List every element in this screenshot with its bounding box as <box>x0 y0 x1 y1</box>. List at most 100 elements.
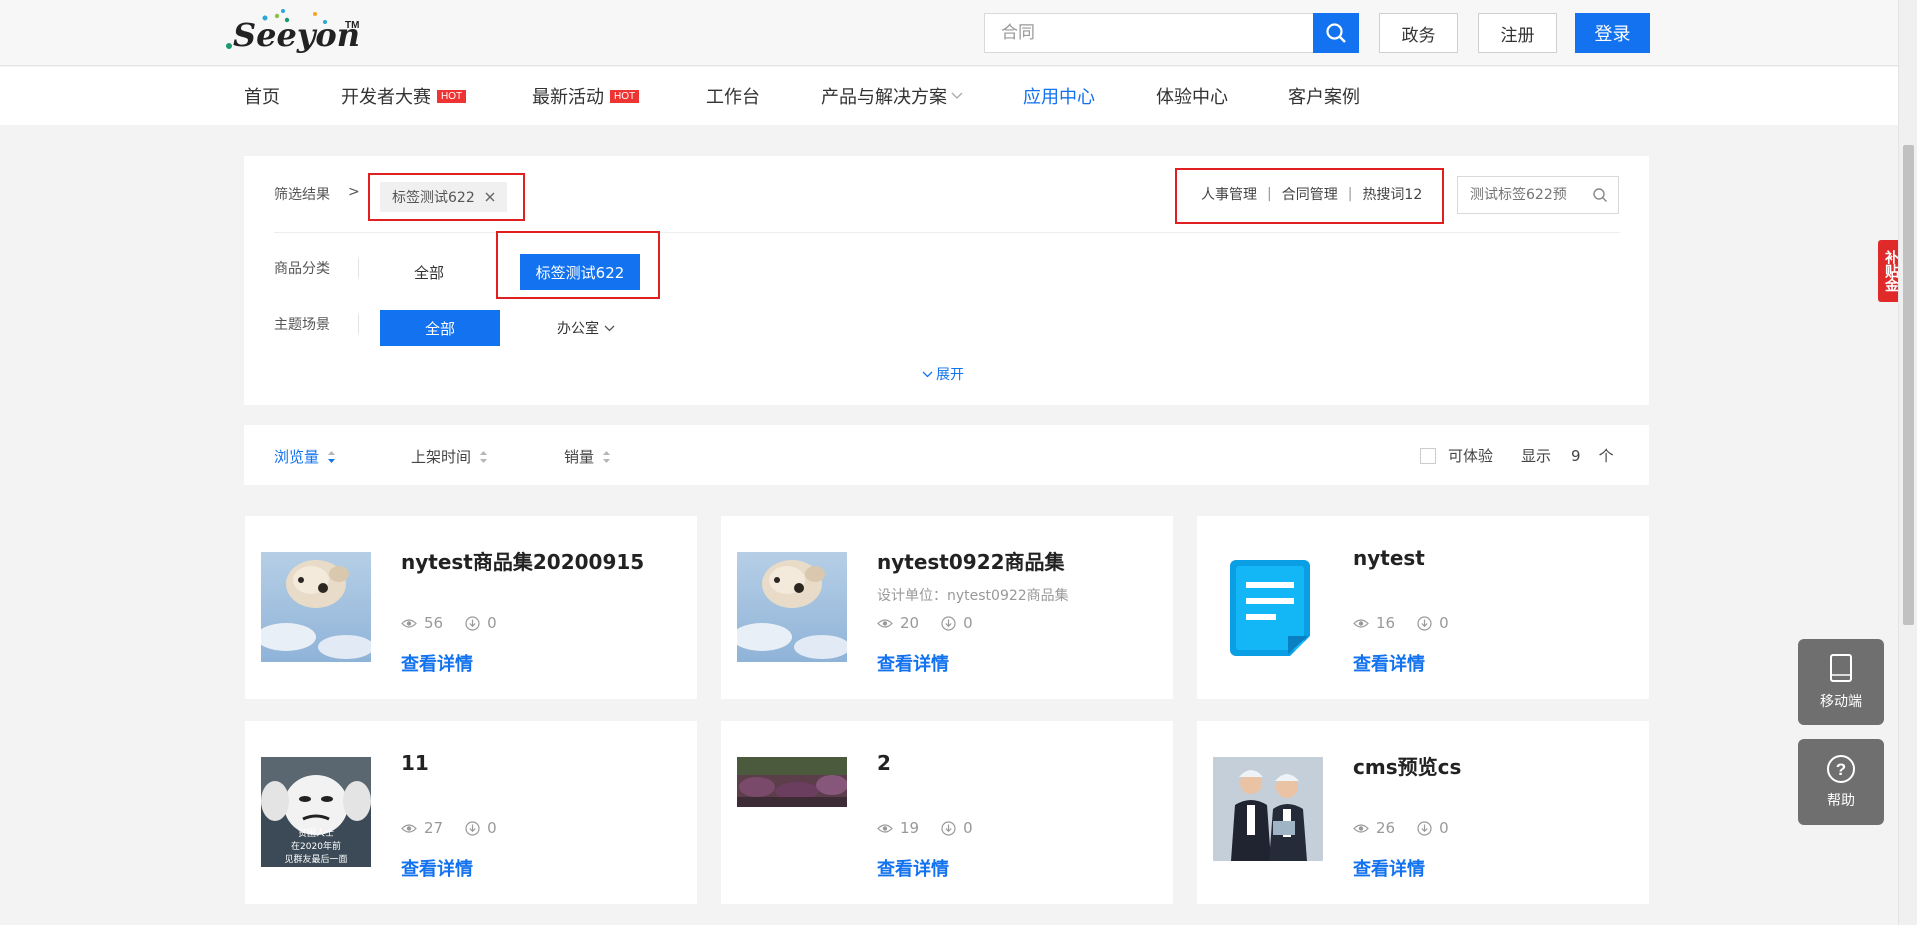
download-count-value: 0 <box>963 614 973 632</box>
global-search-input[interactable] <box>985 14 1313 52</box>
nav-workbench[interactable]: 工作台 <box>706 67 760 125</box>
download-icon <box>941 820 956 836</box>
view-details-link[interactable]: 查看详情 <box>1353 650 1425 676</box>
expand-toggle[interactable]: 展开 <box>922 364 964 384</box>
eye-icon <box>877 823 893 833</box>
sort-sales[interactable]: 销量 <box>564 446 611 467</box>
nav-experience-center[interactable]: 体验中心 <box>1156 67 1228 125</box>
meme-line: 贫困人士 <box>297 829 334 839</box>
divider: | <box>1347 186 1353 202</box>
filter-search-box[interactable] <box>1457 176 1619 214</box>
login-button[interactable]: 登录 <box>1575 13 1650 53</box>
eye-icon <box>1353 823 1369 833</box>
help-button[interactable]: ? 帮助 <box>1798 739 1884 825</box>
product-title[interactable]: cms预览cs <box>1353 751 1461 780</box>
scene-office-dropdown[interactable]: 办公室 <box>538 310 634 346</box>
product-stats: 26 0 <box>1353 819 1471 837</box>
gov-button[interactable]: 政务 <box>1379 13 1458 53</box>
filter-result-label: 筛选结果 <box>274 187 330 203</box>
nav-app-center[interactable]: 应用中心 <box>1023 67 1095 125</box>
download-count: 0 <box>1417 614 1449 632</box>
display-unit: 个 <box>1598 447 1614 465</box>
nav-workbench-label: 工作台 <box>706 87 760 108</box>
nav-latest-activity[interactable]: 最新活动 HOT <box>532 67 640 125</box>
scene-all[interactable]: 全部 <box>380 310 500 346</box>
eye-icon <box>401 823 417 833</box>
eye-icon <box>877 618 893 628</box>
download-icon <box>1417 615 1432 631</box>
hot-badge: HOT <box>610 89 640 103</box>
close-icon[interactable] <box>485 192 495 202</box>
view-count-value: 26 <box>1376 819 1396 837</box>
category-label: 商品分类 <box>274 261 330 277</box>
register-button[interactable]: 注册 <box>1478 13 1557 53</box>
category-all[interactable]: 全部 <box>380 254 478 290</box>
mobile-button[interactable]: 移动端 <box>1798 639 1884 725</box>
top-header: Seeyon TM 政务 注册 登录 <box>0 0 1898 66</box>
nav-latest-activity-label: 最新活动 <box>532 87 604 108</box>
product-card[interactable]: nytest 16 0 查看详情 <box>1197 516 1649 699</box>
nav-products-label: 产品与解决方案 <box>821 87 947 108</box>
divider: | <box>1267 186 1272 202</box>
sort-views-label: 浏览量 <box>274 448 320 466</box>
product-title[interactable]: 2 <box>877 751 891 775</box>
search-icon <box>1326 23 1346 43</box>
hot-words: 人事管理 | 合同管理 | 热搜词12 <box>1201 184 1422 204</box>
product-thumbnail: 贫困人士 在2020年前 见群友最后一面 <box>261 757 371 867</box>
nav-dev-contest-label: 开发者大赛 <box>341 87 431 108</box>
search-icon[interactable] <box>1592 187 1608 203</box>
download-count-value: 0 <box>963 819 973 837</box>
view-count: 56 <box>401 614 443 632</box>
view-details-link[interactable]: 查看详情 <box>401 650 473 676</box>
hot-badge: HOT <box>437 89 467 103</box>
active-filter-tag[interactable]: 标签测试622 <box>380 182 507 212</box>
view-count-value: 27 <box>424 819 444 837</box>
scene-office-label: 办公室 <box>557 321 599 337</box>
product-stats: 20 0 <box>877 614 995 632</box>
global-search-box[interactable] <box>984 13 1314 53</box>
filter-search-input[interactable] <box>1458 177 1586 213</box>
nav-dev-contest[interactable]: 开发者大赛 HOT <box>341 67 467 125</box>
product-card[interactable]: 贫困人士 在2020年前 见群友最后一面 11 27 0 查看详情 <box>245 721 697 904</box>
sort-views[interactable]: 浏览量 <box>274 446 336 467</box>
seeyon-logo[interactable]: Seeyon TM <box>225 8 375 54</box>
download-count-value: 0 <box>487 614 497 632</box>
svg-text:TM: TM <box>345 20 359 31</box>
hot-word-contract[interactable]: 合同管理 <box>1282 184 1338 204</box>
view-details-link[interactable]: 查看详情 <box>1353 855 1425 881</box>
product-title[interactable]: nytest0922商品集 <box>877 546 1065 575</box>
view-count: 20 <box>877 614 919 632</box>
question-circle-icon: ? <box>1827 755 1855 783</box>
global-search-button[interactable] <box>1313 13 1359 53</box>
download-count: 0 <box>941 614 973 632</box>
eye-icon <box>1353 618 1369 628</box>
nav-home-label: 首页 <box>244 87 280 108</box>
view-count: 16 <box>1353 614 1395 632</box>
view-details-link[interactable]: 查看详情 <box>401 855 473 881</box>
page-scrollbar[interactable] <box>1898 0 1917 925</box>
divider <box>358 258 359 278</box>
product-title[interactable]: nytest <box>1353 546 1425 570</box>
download-icon <box>465 820 480 836</box>
product-card[interactable]: nytest商品集20200915 56 0 查看详情 <box>245 516 697 699</box>
view-details-link[interactable]: 查看详情 <box>877 650 949 676</box>
view-details-link[interactable]: 查看详情 <box>877 855 949 881</box>
product-card[interactable]: 2 19 0 查看详情 <box>721 721 1173 904</box>
product-title[interactable]: nytest商品集20200915 <box>401 546 644 575</box>
product-title[interactable]: 11 <box>401 751 429 775</box>
hot-word-12[interactable]: 热搜词12 <box>1362 184 1422 204</box>
product-card[interactable]: nytest0922商品集 设计单位：nytest0922商品集 20 0 查看… <box>721 516 1173 699</box>
category-tag-test-622[interactable]: 标签测试622 <box>520 254 640 290</box>
nav-products-solutions[interactable]: 产品与解决方案 <box>821 67 963 125</box>
download-count-value: 0 <box>1439 614 1449 632</box>
experience-checkbox[interactable] <box>1420 447 1436 464</box>
scrollbar-thumb[interactable] <box>1903 145 1914 625</box>
nav-home[interactable]: 首页 <box>244 67 280 125</box>
filter-panel: 筛选结果 > 标签测试622 人事管理 | 合同管理 | 热搜词12 商品分类 … <box>244 156 1649 405</box>
hot-word-hr[interactable]: 人事管理 <box>1201 184 1257 204</box>
sort-listed-time[interactable]: 上架时间 <box>411 446 488 467</box>
product-card[interactable]: cms预览cs 26 0 查看详情 <box>1197 721 1649 904</box>
nav-customer-cases[interactable]: 客户案例 <box>1288 67 1360 125</box>
download-count: 0 <box>1417 819 1449 837</box>
display-label: 显示 <box>1521 447 1552 465</box>
